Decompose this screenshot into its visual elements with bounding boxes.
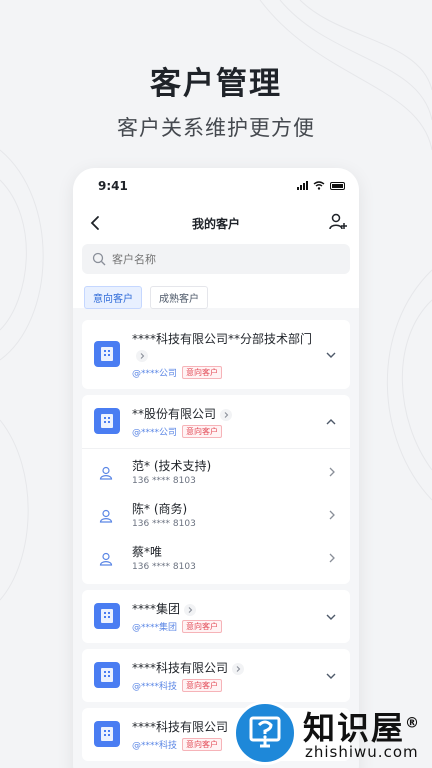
company-name: ****科技有限公司 [132, 720, 229, 734]
company-handle: @****科技 [132, 682, 178, 692]
company-name: **股份有限公司 [132, 407, 217, 421]
company-row[interactable]: ****科技有限公司 @****科技 意向客户 [82, 649, 350, 702]
phone-header: 9:41 我的客户 客户名称 意向客户 成熟客户 [73, 168, 359, 309]
chevron-right-icon[interactable] [326, 509, 338, 521]
company-row[interactable]: ****科技有限公司**分部技术部门 @****公司 意向客户 [82, 320, 350, 389]
company-card[interactable]: ****科技有限公司**分部技术部门 @****公司 意向客户 [82, 320, 350, 389]
phone-frame: 9:41 我的客户 客户名称 意向客户 成熟客户 ****科技有限公司**分部技… [73, 168, 359, 768]
tab-mature-customers[interactable]: 成熟客户 [150, 286, 208, 309]
contact-list: 范* (技术支持) 136 **** 8103 陈* (商务) 136 ****… [82, 448, 350, 584]
contact-name: 蔡*唯 [132, 545, 163, 559]
company-card[interactable]: ****集团 @****集团 意向客户 [82, 590, 350, 643]
chevron-right-icon[interactable] [326, 466, 338, 478]
chevron-down-icon[interactable] [324, 669, 338, 683]
filter-tabs: 意向客户 成熟客户 [84, 286, 359, 309]
hero-subtitle: 客户关系维护更方便 [117, 116, 315, 140]
company-name: ****科技有限公司**分部技术部门 [132, 332, 313, 346]
status-badge: 意向客户 [182, 620, 223, 633]
company-row[interactable]: **股份有限公司 @****公司 意向客户 [82, 395, 350, 448]
company-logo-icon [94, 341, 120, 367]
chevron-down-icon[interactable] [324, 348, 338, 362]
status-badge: 意向客户 [182, 425, 223, 438]
contact-row[interactable]: 蔡*唯 136 **** 8103 [82, 537, 350, 580]
add-user-icon[interactable] [327, 211, 349, 233]
contact-phone: 136 **** 8103 [132, 476, 196, 486]
status-badge: 意向客户 [182, 366, 223, 379]
company-card[interactable]: **股份有限公司 @****公司 意向客户 范* (技术支持) 136 ****… [82, 395, 350, 584]
watermark-text: 知识屋 [303, 709, 406, 747]
chevron-right-icon[interactable] [220, 408, 233, 421]
page-title: 我的客户 [191, 217, 240, 231]
company-logo-icon [94, 662, 120, 688]
company-logo-icon [94, 408, 120, 434]
status-time: 9:41 [98, 179, 128, 193]
person-icon [99, 552, 113, 566]
company-name: ****科技有限公司 [132, 661, 229, 675]
search-icon [92, 252, 106, 266]
contact-row[interactable]: 范* (技术支持) 136 **** 8103 [82, 451, 350, 494]
company-name: ****集团 [132, 602, 181, 616]
chevron-right-icon[interactable] [184, 603, 197, 616]
company-handle: @****科技 [132, 741, 178, 751]
contact-row[interactable]: 陈* (商务) 136 **** 8103 [82, 494, 350, 537]
status-icons [297, 181, 345, 190]
wifi-icon [313, 181, 325, 190]
hero-title: 客户管理 [150, 66, 282, 102]
company-handle: @****集团 [132, 623, 178, 633]
navbar: 我的客户 [73, 206, 359, 242]
company-logo-icon [94, 603, 120, 629]
person-icon [99, 509, 113, 523]
chevron-up-icon[interactable] [324, 415, 338, 429]
chevron-right-icon[interactable] [232, 662, 245, 675]
search-input[interactable] [112, 252, 312, 266]
registered-mark: ® [405, 715, 422, 732]
company-handle: @****公司 [132, 369, 178, 379]
status-bar: 9:41 [73, 168, 359, 206]
search-bar[interactable] [82, 244, 350, 274]
company-handle: @****公司 [132, 428, 178, 438]
tab-intent-customers[interactable]: 意向客户 [84, 286, 142, 309]
status-badge: 意向客户 [182, 679, 223, 692]
question-monitor-icon [233, 701, 297, 765]
signal-icon [297, 181, 308, 190]
company-card[interactable]: ****科技有限公司 @****科技 意向客户 [82, 649, 350, 702]
company-row[interactable]: ****集团 @****集团 意向客户 [82, 590, 350, 643]
contact-phone: 136 **** 8103 [132, 519, 196, 529]
status-badge: 意向客户 [182, 738, 223, 751]
chevron-right-icon[interactable] [136, 349, 148, 362]
contact-name: 陈* (商务) [132, 502, 188, 516]
battery-icon [330, 181, 345, 190]
contact-phone: 136 **** 8103 [132, 562, 196, 572]
watermark-url: zhishiwu.com [305, 743, 419, 761]
chevron-down-icon[interactable] [324, 610, 338, 624]
person-icon [99, 466, 113, 480]
contact-name: 范* (技术支持) [132, 459, 212, 473]
company-logo-icon [94, 721, 120, 747]
customer-list: ****科技有限公司**分部技术部门 @****公司 意向客户 **股份有限公司 [73, 308, 359, 761]
watermark-logo: 知识屋® zhishiwu.com [233, 699, 432, 768]
chevron-right-icon[interactable] [326, 552, 338, 564]
